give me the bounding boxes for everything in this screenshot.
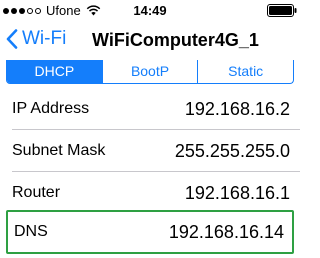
chevron-left-icon xyxy=(6,29,18,49)
subnet-mask-label: Subnet Mask xyxy=(12,142,106,159)
network-details-list: IP Address 192.168.16.2 Subnet Mask 255.… xyxy=(0,88,300,214)
battery-icon xyxy=(267,4,297,17)
status-time: 14:49 xyxy=(133,3,167,18)
status-bar: Ufone 14:49 xyxy=(0,0,300,20)
ip-mode-segmented-control: DHCP BootP Static xyxy=(6,60,294,84)
dns-label: DNS xyxy=(14,223,48,240)
subnet-mask-row[interactable]: Subnet Mask 255.255.255.0 xyxy=(0,130,300,172)
segment-dhcp[interactable]: DHCP xyxy=(7,60,102,83)
ip-address-value: 192.168.16.2 xyxy=(184,98,290,119)
router-value: 192.168.16.1 xyxy=(184,182,290,203)
ip-address-label: IP Address xyxy=(12,100,90,117)
segment-static[interactable]: Static xyxy=(197,60,293,83)
router-label: Router xyxy=(12,184,61,201)
page-title: WiFiComputer4G_1 xyxy=(92,30,259,50)
back-button[interactable]: Wi-Fi xyxy=(6,28,66,50)
subnet-mask-value: 255.255.255.0 xyxy=(174,140,290,161)
dns-value[interactable]: 192.168.16.14 xyxy=(169,222,284,243)
dns-row[interactable]: DNS 192.168.16.14 xyxy=(0,212,300,252)
ip-address-row[interactable]: IP Address 192.168.16.2 xyxy=(0,88,300,130)
back-label: Wi-Fi xyxy=(22,28,67,49)
navigation-bar: Wi-Fi WiFiComputer4G_1 xyxy=(0,20,300,60)
segment-bootp[interactable]: BootP xyxy=(101,60,198,83)
router-row[interactable]: Router 192.168.16.1 xyxy=(0,172,300,214)
